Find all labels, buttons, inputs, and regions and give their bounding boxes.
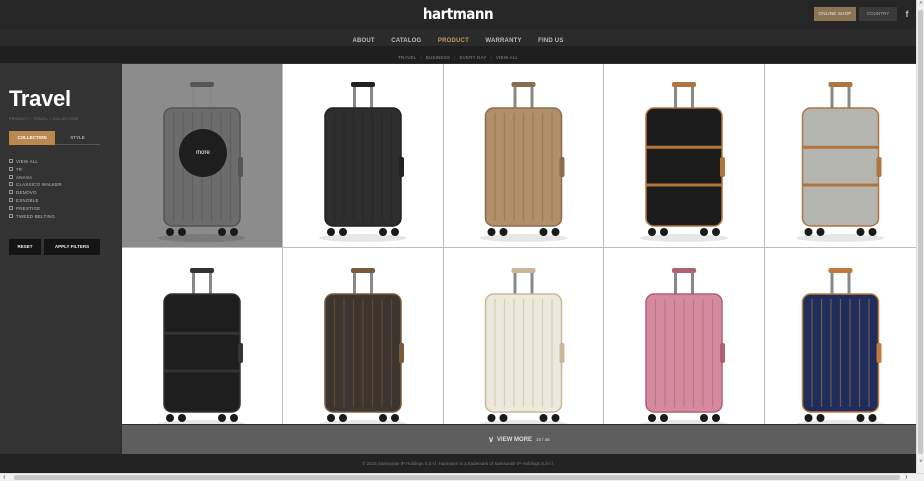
suitcase-image: [319, 82, 407, 242]
product-card[interactable]: [604, 64, 764, 247]
filter-list: VIEW ALL 7R ANASA CLASSICO WALKER DENOVO…: [9, 158, 62, 220]
scroll-up-icon[interactable]: ˄: [917, 0, 924, 9]
tab-style[interactable]: STYLE: [55, 131, 100, 145]
facebook-icon[interactable]: f: [902, 7, 912, 21]
tab-collection[interactable]: COLLECTION: [9, 131, 55, 145]
product-card[interactable]: [604, 248, 764, 424]
top-bar: hartmann ONLINE SHOP COUNTRY f: [0, 0, 916, 29]
page-title: Travel: [9, 86, 71, 111]
checkbox-icon[interactable]: [9, 166, 13, 171]
product-card[interactable]: [765, 64, 916, 247]
apply-filters-button[interactable]: APPLY FILTERS: [44, 239, 100, 255]
breadcrumb: PRODUCT > TRAVEL > COLLECTION: [9, 117, 78, 121]
filter-label: VIEW ALL: [16, 159, 39, 164]
filter-item-classico-walker[interactable]: CLASSICO WALKER: [9, 181, 62, 189]
page: hartmann ONLINE SHOP COUNTRY f ABOUT CAT…: [0, 0, 924, 481]
product-card[interactable]: [765, 248, 916, 424]
checkbox-icon[interactable]: [9, 197, 13, 202]
scrollbar-thumb[interactable]: [918, 10, 923, 454]
scroll-left-icon[interactable]: ‹: [3, 472, 6, 481]
filter-item-prestige[interactable]: PRESTIGE: [9, 205, 62, 213]
product-card[interactable]: [283, 64, 443, 247]
filter-sidebar: Travel PRODUCT > TRAVEL > COLLECTION COL…: [0, 63, 121, 454]
sub-nav: TRAVEL | BUSINESS | EVERY DAY | VIEW ALL: [0, 46, 916, 63]
vertical-scrollbar[interactable]: ˄ ˅: [916, 0, 924, 473]
scroll-right-icon[interactable]: ›: [905, 472, 908, 481]
filter-label: CLASSICO WALKER: [16, 182, 62, 188]
suitcase-image: [640, 82, 728, 242]
checkbox-icon[interactable]: [9, 213, 13, 218]
suitcase-image: [479, 82, 568, 242]
product-grid: more: [122, 64, 916, 424]
filter-item-tweed-belting[interactable]: TWEED BELTING: [9, 213, 62, 221]
view-more-label: VIEW MORE: [497, 437, 533, 443]
main-nav: ABOUT CATALOG PRODUCT WARRANTY FIND US: [0, 29, 916, 46]
suitcase-image: [319, 268, 407, 424]
horizontal-scrollbar[interactable]: ‹ ›: [0, 472, 924, 481]
hartmann-logo[interactable]: hartmann: [0, 5, 916, 23]
checkbox-icon[interactable]: [9, 205, 13, 210]
product-card[interactable]: more: [122, 64, 282, 247]
product-card[interactable]: [122, 248, 282, 424]
chevron-down-icon: ∨: [488, 435, 495, 444]
checkbox-icon[interactable]: [9, 190, 13, 195]
filter-label: DENOVO: [16, 190, 37, 196]
suitcase-image: [479, 268, 568, 424]
more-button[interactable]: more: [179, 129, 227, 177]
filter-item-view-all[interactable]: VIEW ALL: [9, 158, 62, 166]
scrollbar-thumb[interactable]: [14, 475, 900, 480]
checkbox-icon[interactable]: [9, 159, 13, 163]
filter-item-esnoble[interactable]: ESNOBLE: [9, 197, 62, 205]
checkbox-icon[interactable]: [9, 182, 13, 187]
filter-label: ANASA: [16, 174, 33, 180]
filter-label: ESNOBLE: [16, 197, 39, 203]
scroll-down-icon[interactable]: ˅: [917, 458, 924, 467]
online-shop-button[interactable]: ONLINE SHOP: [814, 7, 856, 21]
suitcase-image: [796, 268, 885, 424]
filter-item-anasa[interactable]: ANASA: [9, 174, 62, 182]
filter-item-denovo[interactable]: DENOVO: [9, 189, 62, 197]
filter-label: TWEED BELTING: [16, 213, 56, 219]
suitcase-image: [158, 268, 246, 424]
country-button[interactable]: COUNTRY: [859, 7, 897, 21]
product-card[interactable]: [444, 248, 603, 424]
checkbox-icon[interactable]: [9, 174, 13, 179]
filter-label: PRESTIGE: [16, 205, 41, 211]
filter-label: 7R: [16, 166, 23, 172]
view-more-button[interactable]: ∨ VIEW MORE 10 / 46: [122, 425, 916, 454]
product-card[interactable]: [283, 248, 443, 424]
footer: © 2015 Samsonite IP Holdings S.à r.l. Ha…: [0, 454, 916, 473]
suitcase-image: [796, 82, 885, 242]
view-more-count: 10 / 46: [536, 437, 550, 442]
product-card[interactable]: [444, 64, 603, 247]
filter-tabs: COLLECTION STYLE: [9, 131, 100, 145]
reset-button[interactable]: RESET: [9, 239, 41, 255]
filter-item-7r[interactable]: 7R: [9, 166, 62, 174]
copyright-text: © 2015 Samsonite IP Holdings S.à r.l. Ha…: [362, 461, 554, 466]
suitcase-image: [640, 268, 728, 424]
